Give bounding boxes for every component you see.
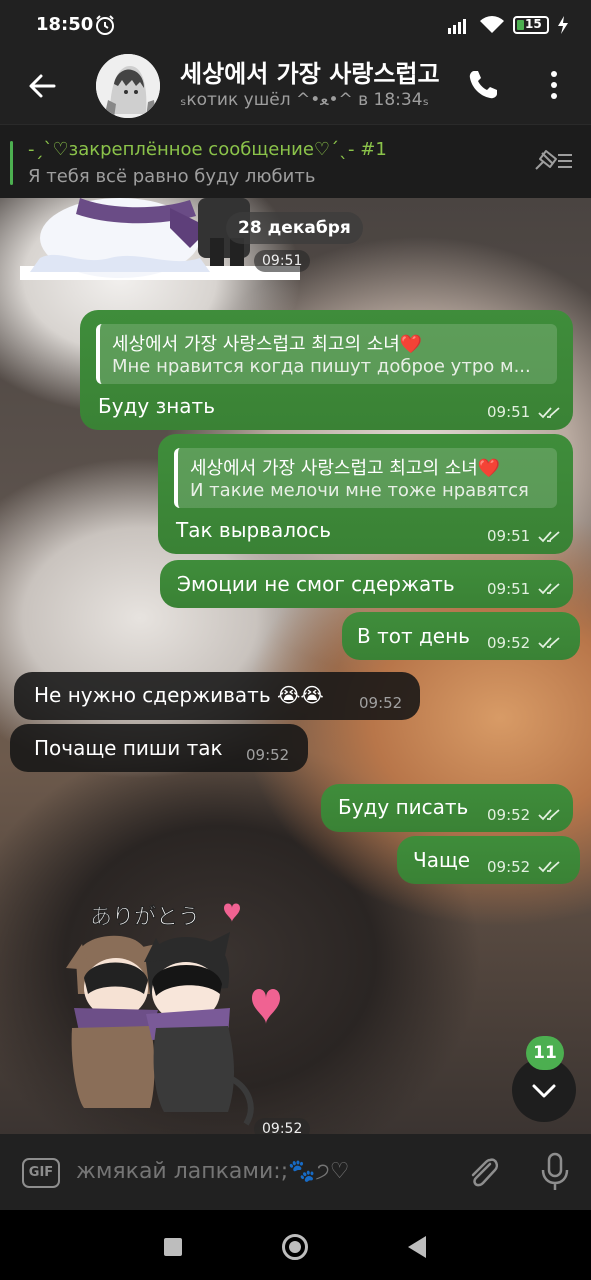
message-text: Не нужно сдерживать 😭😭 [34,683,324,707]
message-text: Так вырвалось [176,518,332,542]
sticker-hug[interactable]: ありがとう [60,898,300,1134]
status-icons: 15 [447,15,569,35]
home-button[interactable] [282,1234,308,1260]
double-check-icon [538,583,560,595]
message-input[interactable] [76,1154,446,1190]
message-text: Буду писать [338,795,469,819]
message-outgoing[interactable]: 세상에서 가장 사랑스럽고 최고의 소녀❤️ И такие мелочи мн… [158,434,573,554]
reply-author: 세상에서 가장 사랑스럽고 최고의 소녀❤️ [112,334,423,355]
message-time: 09:52 [487,806,531,824]
status-time: 18:50 [36,14,94,35]
message-time: 09:52 [487,858,531,876]
double-check-icon [538,637,560,649]
wifi-icon [480,16,504,33]
pinned-list-icon[interactable] [532,145,574,177]
message-time: 09:51 [487,580,531,598]
gif-icon[interactable]: GIF [22,1158,60,1188]
system-back-button[interactable] [408,1236,426,1258]
pinned-title: -ˏˋ♡закреплённое сообщение♡ˊˎ- #1 [28,139,387,160]
message-text: В тот день [357,624,470,648]
message-time: 09:52 [246,746,290,764]
double-check-icon [538,407,560,419]
pinned-indicator [10,141,13,185]
avatar-image [96,54,160,118]
reply-author: 세상에서 가장 사랑스럽고 최고의 소녀❤️ [190,458,501,479]
chat-header: 세상에서 가장 사랑스럽고 ₛкотик ушёл ^•ﻌ•^ в 18:34ₛ [0,52,591,124]
sticker-time: 09:52 [254,1118,311,1134]
phone-icon[interactable] [466,68,500,102]
alarm-icon [96,15,114,35]
sticker-caption: ありがとう [90,905,200,930]
battery-icon: 15 [513,16,549,34]
chat-status: ₛкотик ушёл ^•ﻌ•^ в 18:34ₛ [180,90,429,110]
more-vert-icon[interactable] [540,68,568,102]
mic-icon[interactable] [538,1152,572,1192]
message-text: Чаще [413,848,471,872]
double-check-icon [538,809,560,821]
message-outgoing[interactable]: Буду писать 09:52 [321,784,573,832]
pinned-message-bar[interactable]: -ˏˋ♡закреплённое сообщение♡ˊˎ- #1 Я тебя… [0,124,591,198]
reply-text: И такие мелочи мне тоже нравятся [190,480,529,501]
chat-title[interactable]: 세상에서 가장 사랑스럽고 [180,54,448,89]
chat-area[interactable]: 28 декабря 09:51 세상에서 가장 사랑스럽고 최고의 소녀❤️ … [0,198,591,1134]
message-time: 09:51 [487,527,531,545]
message-outgoing[interactable]: Эмоции не смог сдержать 09:51 [160,560,573,608]
double-check-icon [538,531,560,543]
message-time: 09:52 [487,634,531,652]
recents-button[interactable] [164,1238,182,1256]
reply-text: Мне нравится когда пишут доброе утро м..… [112,356,531,377]
status-bar: 18:50 15 [0,0,591,52]
pinned-text: Я тебя всё равно буду любить [28,166,316,187]
message-text: Буду знать [98,394,215,418]
paperclip-icon[interactable] [466,1154,500,1190]
signal-icon [448,19,466,34]
unread-count-badge[interactable]: 11 [526,1036,564,1070]
message-time: 09:52 [359,694,403,712]
back-arrow-icon[interactable] [24,68,60,104]
charging-icon [558,16,568,34]
message-text: Почаще пиши так [34,736,223,760]
message-outgoing[interactable]: 세상에서 가장 사랑스럽고 최고의 소녀❤️ Мне нравится когд… [80,310,573,430]
message-outgoing[interactable]: В тот день 09:52 [342,612,580,660]
message-text: Эмоции не смог сдержать [177,572,455,596]
message-incoming[interactable]: Не нужно сдерживать 😭😭 09:52 [14,672,420,720]
avatar[interactable] [96,54,160,118]
reply-preview[interactable]: 세상에서 가장 사랑스럽고 최고의 소녀❤️ И такие мелочи мн… [174,448,557,508]
battery-level: 15 [525,17,542,31]
sticker-time: 09:51 [254,250,311,272]
message-incoming[interactable]: Почаще пиши так 09:52 [10,724,308,772]
date-separator: 28 декабря [226,212,363,244]
message-composer: GIF [0,1134,591,1210]
system-navigation-bar [0,1210,591,1280]
message-outgoing[interactable]: Чаще 09:52 [397,836,580,884]
reply-preview[interactable]: 세상에서 가장 사랑스럽고 최고의 소녀❤️ Мне нравится когд… [96,324,557,384]
message-time: 09:51 [487,403,531,421]
double-check-icon [538,861,560,873]
